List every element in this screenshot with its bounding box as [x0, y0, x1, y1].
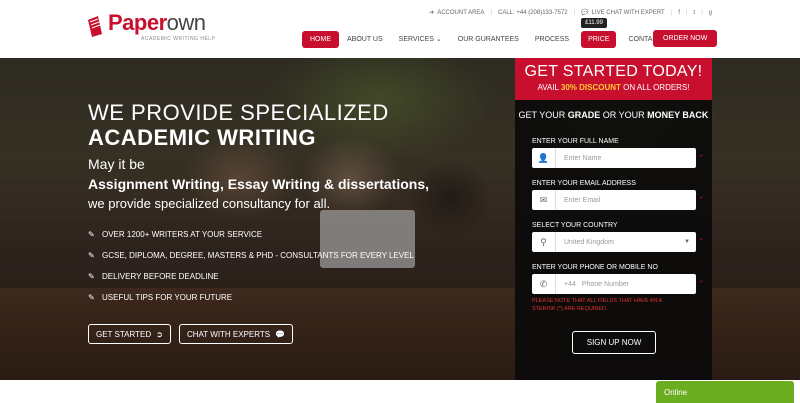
- signin-icon: ➜: [429, 10, 435, 16]
- map-marker-icon: ⚲: [532, 232, 556, 252]
- online-chat-widget[interactable]: Online: [656, 381, 794, 403]
- country-label: SELECT YOUR COUNTRY: [532, 222, 618, 229]
- pencil-icon: ✎: [88, 272, 95, 281]
- hero-subtitle-1: May it be: [88, 156, 145, 172]
- logo[interactable]: Paperown ACADEMIC WRITING HELP: [86, 10, 215, 42]
- required-asterisk: *: [700, 238, 703, 245]
- chevron-down-icon: ⌄: [435, 36, 442, 43]
- google-plus-icon[interactable]: g: [709, 10, 712, 16]
- country-select[interactable]: ⚲ United Kingdom ▼: [532, 232, 696, 252]
- required-asterisk: *: [700, 280, 703, 287]
- pencil-icon: ✎: [88, 293, 95, 302]
- user-icon: 👤: [532, 148, 556, 168]
- nav-home[interactable]: HOME: [302, 30, 339, 48]
- list-item: ✎ OVER 1200+ WRITERS AT YOUR SERVICE: [88, 230, 263, 239]
- name-field[interactable]: 👤 Enter Name: [532, 148, 696, 168]
- name-label: ENTER YOUR FULL NAME: [532, 138, 619, 145]
- feature-list: ✎ OVER 1200+ WRITERS AT YOUR SERVICE ✎ GCS…: [88, 224, 414, 308]
- divider: |: [670, 9, 673, 16]
- phone-field[interactable]: ✆ +44 Phone Number: [532, 274, 696, 294]
- email-field[interactable]: ✉ Enter Email: [532, 190, 696, 210]
- hero-subtitle-3: we provide specialized consultancy for a…: [88, 196, 331, 211]
- logo-tagline: ACADEMIC WRITING HELP: [141, 36, 216, 42]
- divider: |: [490, 9, 492, 16]
- chat-icon: 💬: [581, 10, 589, 16]
- required-asterisk: *: [700, 196, 703, 203]
- phone-label: ENTER YOUR PHONE OR MOBILE NO: [532, 264, 658, 271]
- list-item: ✎ USEFUL TIPS FOR YOUR FUTURE: [88, 293, 233, 302]
- chevron-down-icon: ▼: [684, 239, 690, 245]
- discount-text: AVAIL 30% DISCOUNT ON ALL ORDERS!: [537, 83, 690, 92]
- order-now-button[interactable]: ORDER NOW: [653, 30, 718, 47]
- logo-paper-icon: [86, 14, 104, 37]
- get-started-button[interactable]: GET STARTED ➲: [88, 324, 171, 344]
- chat-with-experts-button[interactable]: CHAT WITH EXPERTS 💬: [179, 324, 294, 344]
- form-header: GET STARTED TODAY! AVAIL 30% DISCOUNT ON…: [515, 58, 712, 100]
- nav-process[interactable]: PROCESS: [527, 31, 577, 48]
- hero-subtitle-2: Assignment Writing, Essay Writing & diss…: [88, 176, 429, 192]
- nav-services[interactable]: SERVICES ⌄: [391, 30, 450, 48]
- pencil-icon: ✎: [88, 230, 95, 239]
- envelope-icon: ✉: [532, 190, 556, 210]
- phone-icon: ✆: [532, 274, 556, 294]
- call-link[interactable]: CALL: +44 (208)133-7572: [498, 10, 568, 16]
- nav-about[interactable]: ABOUT US: [339, 31, 391, 48]
- twitter-icon[interactable]: t: [693, 10, 695, 16]
- nav-price[interactable]: £11.99 PRICE: [581, 17, 617, 48]
- facebook-icon[interactable]: f: [678, 10, 680, 16]
- email-label: ENTER YOUR EMAIL ADDRESS: [532, 180, 636, 187]
- nav-guarantees[interactable]: OUR GURANTEES: [450, 31, 527, 48]
- divider: |: [573, 9, 576, 16]
- hero-title-line1: WE PROVIDE SPECIALIZED: [88, 100, 389, 125]
- utility-bar: ➜ ACCOUNT AREA | CALL: +44 (208)133-7572 …: [429, 9, 712, 17]
- divider: |: [701, 9, 703, 16]
- account-link[interactable]: ➜ ACCOUNT AREA: [429, 9, 484, 17]
- money-back-text: GET YOUR GRADE OR YOUR MONEY BACK: [518, 110, 709, 120]
- phone-country-code: +44: [564, 280, 576, 288]
- chat-bubble-icon: 💬: [275, 329, 286, 339]
- logo-text: Paperown: [108, 10, 206, 35]
- required-note: PLEASE NOTE THAT ALL FIELDS THAT HAVE AN…: [532, 298, 662, 312]
- hero-title-line2: ACADEMIC WRITING: [88, 125, 316, 150]
- signup-form-panel: GET STARTED TODAY! AVAIL 30% DISCOUNT ON…: [515, 58, 712, 380]
- header: Paperown ACADEMIC WRITING HELP ➜ ACCOUNT …: [0, 0, 800, 58]
- main-nav: HOME ABOUT US SERVICES ⌄ OUR GURANTEES P…: [302, 17, 681, 48]
- list-item: ✎ GCSE, DIPLOMA, DEGREE, MASTERS & PHD - …: [88, 251, 414, 260]
- form-title: GET STARTED TODAY!: [524, 63, 703, 80]
- pencil-icon: ✎: [88, 251, 95, 260]
- price-badge: £11.99: [581, 17, 607, 28]
- arrow-circle-right-icon: ➲: [156, 329, 163, 339]
- divider: |: [685, 9, 688, 16]
- required-asterisk: *: [700, 154, 703, 161]
- list-item: ✎ DELIVERY BEFORE DEADLINE: [88, 272, 219, 281]
- live-chat-link[interactable]: 💬 LIVE CHAT WITH EXPERT: [581, 9, 665, 17]
- sign-up-button[interactable]: SIGN UP NOW: [572, 331, 656, 354]
